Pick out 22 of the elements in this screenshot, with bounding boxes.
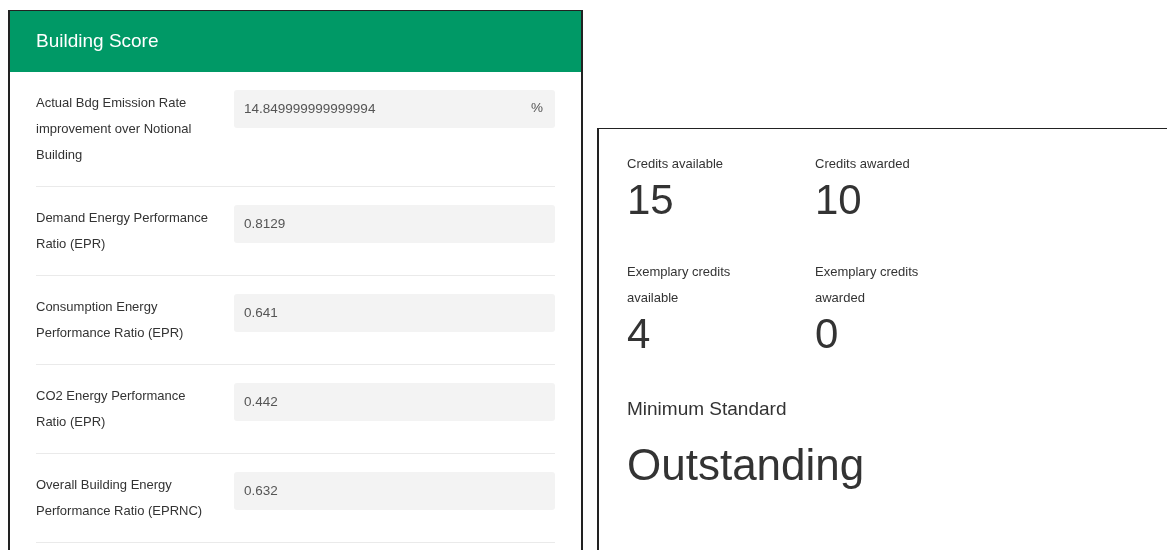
value-field[interactable]: 0.8129 [234, 204, 555, 243]
stat-value: 0 [815, 311, 840, 357]
stat-value: 15 [627, 177, 675, 223]
field-label: Actual Bdg Emission Rate improvement over Notional Building [36, 93, 193, 164]
panel-header: Building Score [10, 11, 581, 72]
value-field[interactable]: 0.632 [234, 471, 555, 510]
value-field[interactable]: 0.442 [234, 382, 555, 421]
stat-label: Exemplary credits available [627, 263, 732, 307]
unit-label: % [519, 89, 555, 128]
field-label: Demand Energy Performance Ratio (EPR) [36, 208, 209, 253]
field-label: Overall Building Energy Performance Ratio (EPRNC) [36, 475, 204, 520]
field-label: CO2 Energy Performance Ratio (EPR) [36, 386, 187, 431]
stat-label: Exemplary credits awarded [815, 263, 920, 307]
stat-label: Credits awarded [815, 155, 911, 173]
stat-value: 10 [815, 177, 863, 223]
stat-value: 4 [627, 311, 652, 357]
field-label: Consumption Energy Performance Ratio (EPR) [36, 297, 185, 342]
stat-label: Credits available [627, 155, 725, 173]
minimum-standard-label: Minimum Standard [627, 397, 788, 421]
value-field[interactable]: 0.641 [234, 293, 555, 332]
value-field[interactable]: 14.849999999999994 [234, 89, 519, 128]
minimum-standard-value: Outstanding [627, 439, 866, 490]
